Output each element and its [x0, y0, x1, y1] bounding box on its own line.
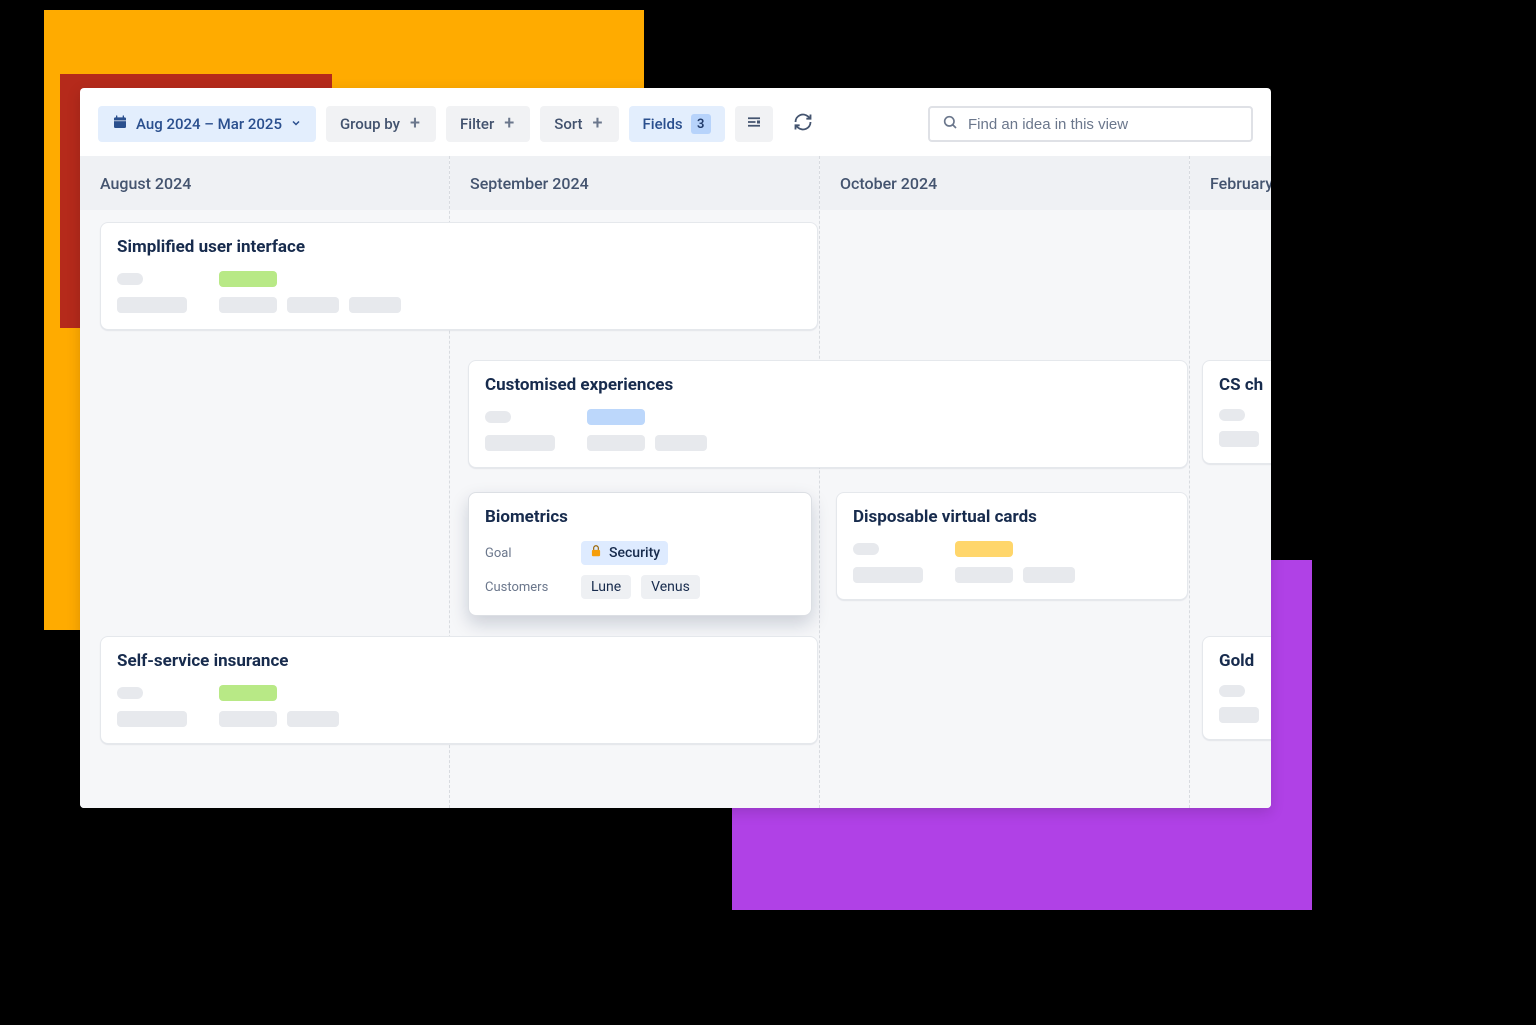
placeholder-pill — [587, 409, 645, 425]
refresh-icon — [793, 112, 813, 136]
lock-key-icon — [589, 544, 603, 562]
card-customised-experiences[interactable]: Customised experiences — [468, 360, 1188, 468]
plus-icon: + — [408, 117, 422, 131]
card-cs-ch[interactable]: CS ch — [1202, 360, 1271, 464]
field-label-customers: Customers — [485, 580, 571, 595]
field-label-goal: Goal — [485, 546, 571, 561]
date-range-picker[interactable]: Aug 2024 – Mar 2025 — [98, 106, 316, 142]
fields-button[interactable]: Fields 3 — [629, 106, 725, 142]
placeholder-pill — [219, 297, 277, 313]
placeholder-pill — [117, 297, 187, 313]
card-simplified-ui[interactable]: Simplified user interface — [100, 222, 818, 330]
placeholder-icon — [853, 543, 879, 555]
sort-label: Sort — [554, 115, 582, 133]
goal-tag-label: Security — [609, 545, 660, 561]
placeholder-pill — [955, 541, 1013, 557]
card-disposable-virtual-cards[interactable]: Disposable virtual cards — [836, 492, 1188, 600]
cards-layer: Simplified user interface Cust — [80, 210, 1271, 808]
fields-count-badge: 3 — [691, 114, 711, 134]
column-header: February — [1190, 156, 1271, 210]
plus-icon: + — [502, 117, 516, 131]
placeholder-pill — [1023, 567, 1075, 583]
refresh-button[interactable] — [783, 106, 823, 142]
card-title: CS ch — [1219, 375, 1271, 395]
sort-button[interactable]: Sort + — [540, 106, 618, 142]
placeholder-pill — [219, 685, 277, 701]
placeholder-pill — [485, 435, 555, 451]
group-by-label: Group by — [340, 115, 400, 133]
roadmap-app: Aug 2024 – Mar 2025 Group by + Filter + … — [80, 88, 1271, 808]
placeholder-pill — [1219, 431, 1259, 447]
placeholder-pill — [287, 297, 339, 313]
placeholder-icon — [485, 411, 511, 423]
layout-settings-button[interactable] — [735, 106, 773, 142]
layout-icon — [745, 113, 763, 135]
customer-chip[interactable]: Lune — [581, 575, 631, 599]
placeholder-pill — [219, 271, 277, 287]
placeholder-icon — [1219, 685, 1245, 697]
column-header: September 2024 — [450, 156, 819, 210]
placeholder-pill — [287, 711, 339, 727]
calendar-icon — [112, 114, 128, 134]
date-range-label: Aug 2024 – Mar 2025 — [136, 115, 282, 133]
card-biometrics[interactable]: Biometrics Goal Security Customers — [468, 492, 812, 616]
group-by-button[interactable]: Group by + — [326, 106, 436, 142]
placeholder-pill — [655, 435, 707, 451]
toolbar: Aug 2024 – Mar 2025 Group by + Filter + … — [80, 88, 1271, 156]
placeholder-pill — [955, 567, 1013, 583]
chevron-down-icon — [290, 115, 302, 133]
filter-button[interactable]: Filter + — [446, 106, 530, 142]
card-title: Gold — [1219, 651, 1271, 671]
card-title: Biometrics — [485, 507, 795, 527]
placeholder-pill — [219, 711, 277, 727]
placeholder-icon — [117, 273, 143, 285]
placeholder-icon — [1219, 409, 1245, 421]
card-gold[interactable]: Gold — [1202, 636, 1271, 740]
placeholder-pill — [1219, 707, 1259, 723]
card-self-service-insurance[interactable]: Self-service insurance — [100, 636, 818, 744]
placeholder-pill — [349, 297, 401, 313]
customer-chip[interactable]: Venus — [641, 575, 700, 599]
placeholder-pill — [587, 435, 645, 451]
goal-tag-security[interactable]: Security — [581, 541, 668, 565]
placeholder-pill — [853, 567, 923, 583]
card-title: Customised experiences — [485, 375, 1171, 395]
column-header: October 2024 — [820, 156, 1189, 210]
search-icon — [942, 114, 958, 134]
plus-icon: + — [591, 117, 605, 131]
filter-label: Filter — [460, 115, 494, 133]
placeholder-pill — [117, 711, 187, 727]
search-input[interactable] — [968, 116, 1239, 133]
column-header: August 2024 — [80, 156, 449, 210]
card-title: Self-service insurance — [117, 651, 801, 671]
fields-label: Fields — [643, 115, 683, 133]
card-title: Disposable virtual cards — [853, 507, 1171, 527]
placeholder-icon — [117, 687, 143, 699]
search-box[interactable] — [928, 106, 1253, 142]
timeline: August 2024 September 2024 October 2024 … — [80, 156, 1271, 808]
card-title: Simplified user interface — [117, 237, 801, 257]
